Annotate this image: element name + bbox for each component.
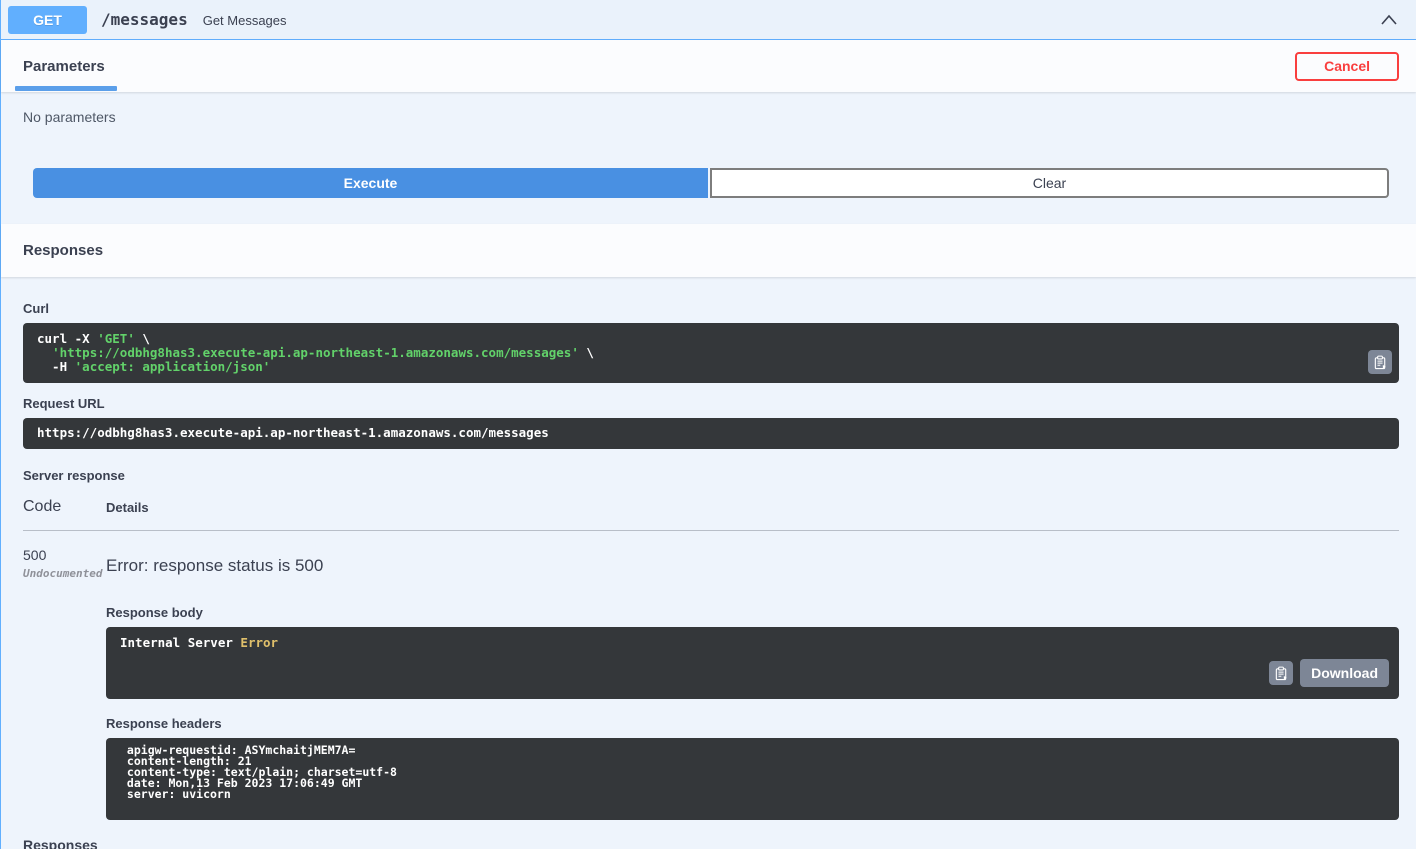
- curl-url-string: 'https://odbhg8has3.execute-api.ap-north…: [52, 345, 579, 360]
- operation-block: GET /messages Get Messages Parameters Ca…: [0, 0, 1416, 849]
- server-response-label: Server response: [23, 468, 125, 483]
- curl-command: curl -X 'GET' \ 'https://odbhg8has3.exec…: [23, 323, 1399, 383]
- response-headers-label: Response headers: [106, 716, 222, 731]
- undocumented-badge: Undocumented: [23, 567, 103, 580]
- request-url-value: https://odbhg8has3.execute-api.ap-northe…: [23, 418, 1399, 449]
- operation-summary-bar[interactable]: GET /messages Get Messages: [1, 0, 1416, 40]
- copy-response-button[interactable]: [1269, 661, 1294, 685]
- curl-block-wrapper: curl -X 'GET' \ 'https://odbhg8has3.exec…: [23, 323, 1399, 383]
- server-response-row: 500 Undocumented Error: response status …: [23, 547, 1399, 820]
- tab-parameters[interactable]: Parameters: [15, 40, 117, 92]
- chevron-up-icon: [1380, 13, 1398, 27]
- cancel-button[interactable]: Cancel: [1295, 51, 1399, 81]
- execute-button-group: Execute Clear: [33, 168, 1389, 198]
- copy-icon: [1373, 355, 1388, 370]
- response-body-wrapper: Internal Server Error Download: [106, 627, 1399, 699]
- curl-header-string: 'accept: application/json': [74, 359, 271, 374]
- responses-body: Curl curl -X 'GET' \ 'https://odbhg8has3…: [1, 277, 1416, 849]
- active-tab-underline: [15, 86, 117, 91]
- response-body-actions: Download: [1269, 659, 1389, 687]
- server-response-table-header: Code Details: [23, 498, 1399, 516]
- copy-icon: [1274, 666, 1289, 681]
- request-url-label: Request URL: [23, 396, 105, 411]
- parameters-body: No parameters Execute Clear: [1, 92, 1416, 224]
- details-cell: Error: response status is 500 Response b…: [106, 547, 1399, 820]
- error-token: Error: [240, 635, 279, 650]
- response-body-content: Internal Server Error: [106, 627, 1399, 699]
- operation-summary: Get Messages: [202, 13, 287, 28]
- response-error-text: Error: response status is 500: [106, 556, 324, 575]
- code-column-header: Code: [23, 498, 62, 515]
- operation-path: /messages: [101, 10, 188, 29]
- details-column-header: Details: [106, 500, 149, 515]
- status-code-cell: 500 Undocumented: [23, 547, 106, 820]
- status-code: 500: [23, 547, 47, 563]
- response-headers-content: apigw-requestid: ASYmchaitjMEM7A= conten…: [106, 738, 1399, 820]
- execute-button[interactable]: Execute: [33, 168, 708, 198]
- table-divider: [23, 530, 1399, 531]
- responses-title: Responses: [23, 242, 104, 259]
- documented-responses-title: Responses: [23, 837, 98, 849]
- parameters-header: Parameters Cancel: [1, 40, 1416, 92]
- collapse-button[interactable]: [1376, 9, 1402, 31]
- curl-text: curl -X: [37, 331, 98, 346]
- response-body-label: Response body: [106, 605, 203, 620]
- download-button[interactable]: Download: [1300, 659, 1389, 687]
- http-method-badge: GET: [8, 5, 87, 34]
- curl-method-string: 'GET': [97, 331, 135, 346]
- copy-curl-button[interactable]: [1368, 350, 1392, 374]
- clear-button[interactable]: Clear: [710, 168, 1389, 198]
- responses-header: Responses: [1, 224, 1416, 277]
- no-parameters-message: No parameters: [23, 109, 116, 125]
- parameters-title: Parameters: [23, 57, 105, 75]
- curl-label: Curl: [23, 301, 49, 316]
